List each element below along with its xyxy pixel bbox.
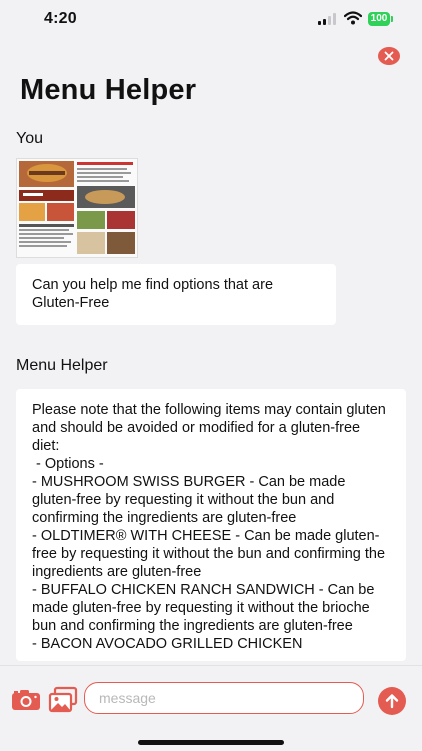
message-input[interactable] xyxy=(84,682,364,714)
assistant-message-line: - Options - xyxy=(32,456,104,472)
send-button[interactable] xyxy=(378,687,406,715)
user-message-text: Can you help me find options that are Gl… xyxy=(32,277,274,311)
camera-button[interactable] xyxy=(10,688,42,712)
close-icon xyxy=(384,51,394,61)
status-time: 4:20 xyxy=(44,10,77,27)
battery-icon: 100 xyxy=(368,12,390,26)
user-message-bubble: Can you help me find options that are Gl… xyxy=(16,264,336,325)
user-sender-label: You xyxy=(16,130,43,147)
assistant-message-line: Please note that the following items may… xyxy=(32,402,386,454)
battery-tip xyxy=(391,16,393,22)
cellular-signal-icon xyxy=(318,13,338,25)
assistant-message-line: - BUFFALO CHICKEN RANCH SANDWICH - Can b… xyxy=(32,582,375,634)
photo-library-button[interactable] xyxy=(48,686,78,714)
assistant-message-line: - BACON AVOCADO GRILLED CHICKEN xyxy=(32,636,303,652)
wifi-icon xyxy=(344,11,362,25)
assistant-message-line: - OLDTIMER® WITH CHEESE - Can be made gl… xyxy=(32,528,386,580)
page-title: Menu Helper xyxy=(20,74,197,106)
attached-menu-image[interactable] xyxy=(16,158,138,258)
assistant-message-bubble: Please note that the following items may… xyxy=(16,389,406,661)
assistant-message-line: - MUSHROOM SWISS BURGER - Can be made gl… xyxy=(32,474,346,526)
status-bar: 4:20 100 xyxy=(0,0,422,40)
camera-icon xyxy=(12,690,40,710)
arrow-up-icon xyxy=(385,694,399,709)
message-composer xyxy=(0,665,422,751)
photo-library-icon xyxy=(48,686,78,713)
home-indicator xyxy=(138,740,284,745)
close-button[interactable] xyxy=(378,47,400,65)
menu-image-graphic xyxy=(17,159,137,257)
assistant-sender-label: Menu Helper xyxy=(16,357,108,374)
